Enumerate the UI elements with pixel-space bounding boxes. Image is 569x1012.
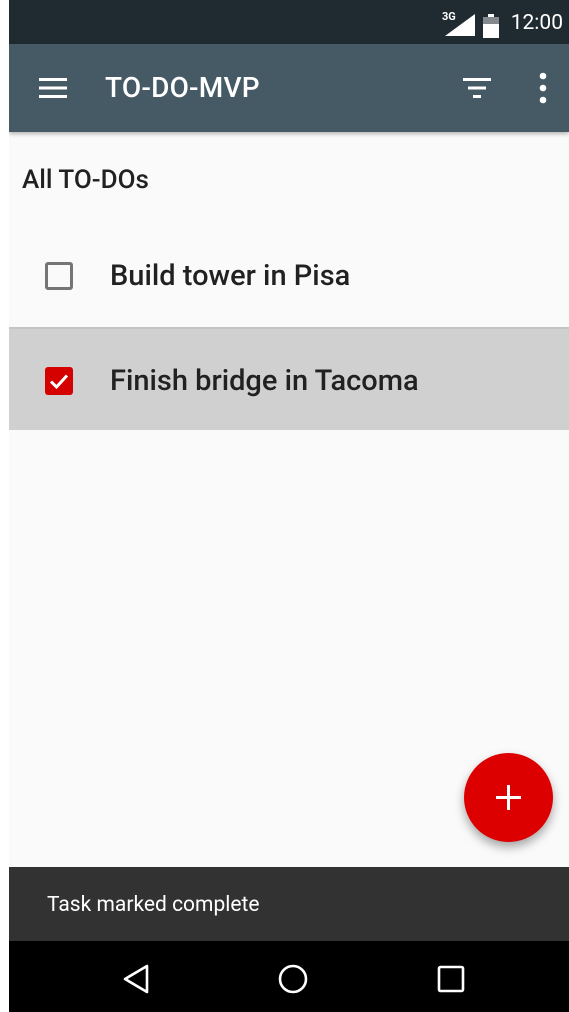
add-icon <box>496 785 521 810</box>
task-list: Build tower in Pisa Finish bridge in Tac… <box>9 224 569 430</box>
home-icon[interactable] <box>277 963 309 995</box>
app-bar: TO-DO-MVP <box>9 44 569 132</box>
signal-icon <box>445 14 475 36</box>
navigation-bar <box>9 941 569 1012</box>
task-checkbox[interactable] <box>45 262 73 290</box>
filter-icon[interactable] <box>459 74 495 102</box>
snackbar-message: Task marked complete <box>47 893 260 917</box>
app-title: TO-DO-MVP <box>105 71 260 104</box>
task-row-completed[interactable]: Finish bridge in Tacoma <box>9 327 569 430</box>
status-time: 12:00 <box>510 11 563 35</box>
status-bar: 3G 12:00 <box>9 0 569 44</box>
task-title: Build tower in Pisa <box>110 259 351 293</box>
app-screen: 3G 12:00 TO-DO-MVP All TO-DOs Build towe… <box>9 0 569 1012</box>
check-icon <box>49 374 69 390</box>
task-row[interactable]: Build tower in Pisa <box>9 224 569 327</box>
battery-icon <box>483 14 499 38</box>
add-task-button[interactable] <box>464 753 553 842</box>
recents-icon[interactable] <box>437 965 465 993</box>
snackbar: Task marked complete <box>9 867 569 941</box>
more-vert-icon[interactable] <box>529 70 557 106</box>
task-title: Finish bridge in Tacoma <box>110 364 419 398</box>
back-icon[interactable] <box>121 963 151 995</box>
task-checkbox-checked[interactable] <box>45 367 73 395</box>
menu-icon[interactable] <box>35 74 71 102</box>
section-title: All TO-DOs <box>22 165 149 195</box>
